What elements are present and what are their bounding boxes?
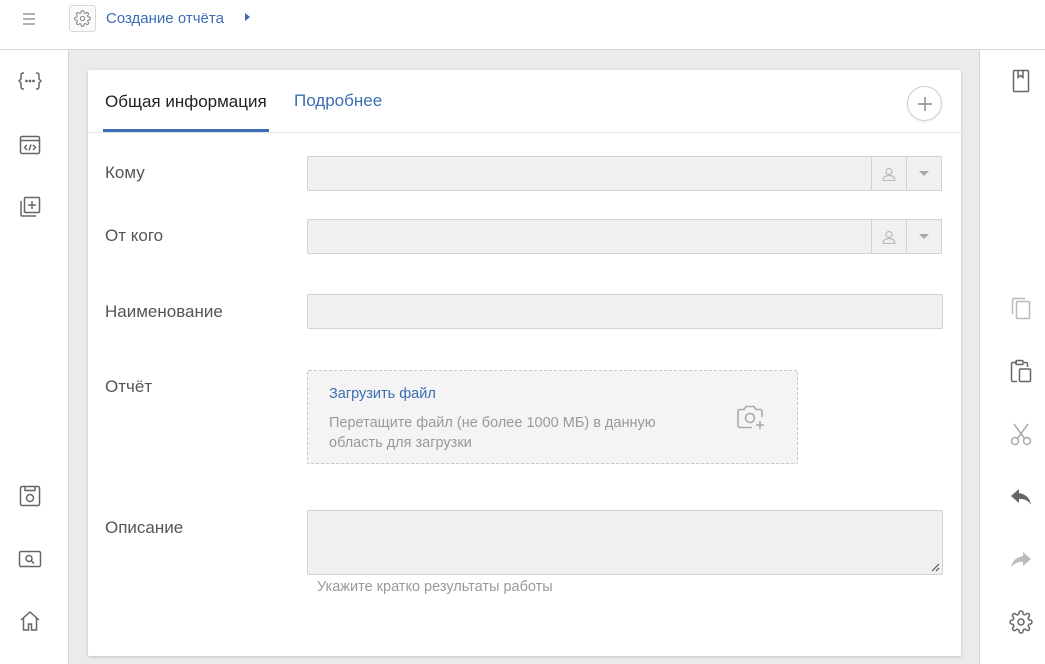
user-icon — [882, 230, 896, 244]
right-toolbar — [979, 50, 1045, 664]
copy-icon[interactable] — [1006, 293, 1036, 323]
to-user-lookup-button[interactable] — [871, 156, 907, 191]
resize-grip-icon[interactable] — [930, 562, 940, 572]
braces-icon[interactable] — [15, 66, 45, 96]
from-label: От кого — [105, 226, 164, 245]
save-icon[interactable] — [15, 481, 45, 511]
report-label: Отчёт — [105, 377, 153, 396]
page-title[interactable]: Создание отчёта — [106, 10, 224, 27]
upload-hint: Перетащите файл (не более 1000 МБ) в дан… — [329, 415, 656, 451]
tab-bar: Общая информация Подробнее — [88, 70, 961, 133]
tab-details[interactable]: Подробнее — [294, 91, 382, 111]
name-label: Наименование — [105, 302, 223, 321]
code-window-icon[interactable] — [15, 130, 45, 160]
paste-icon[interactable] — [1006, 356, 1036, 386]
cut-icon[interactable] — [1006, 419, 1036, 449]
file-dropzone[interactable]: Загрузить файл Перетащите файл (не более… — [307, 370, 798, 464]
chevron-down-icon — [919, 234, 929, 239]
hamburger-menu-icon[interactable] — [18, 8, 40, 30]
form-card: Общая информация Подробнее Кому От кого … — [88, 70, 961, 656]
user-icon — [882, 167, 896, 181]
plus-icon — [917, 96, 932, 111]
to-input[interactable] — [307, 156, 872, 191]
to-dropdown-button[interactable] — [906, 156, 942, 191]
from-dropdown-button[interactable] — [906, 219, 942, 254]
settings-icon[interactable] — [69, 5, 96, 32]
left-toolbar — [0, 50, 69, 664]
redo-icon[interactable] — [1006, 545, 1036, 575]
active-tab-indicator — [103, 129, 269, 132]
name-input[interactable] — [307, 294, 943, 329]
undo-icon[interactable] — [1006, 482, 1036, 512]
camera-plus-icon[interactable] — [735, 401, 767, 433]
search-window-icon[interactable] — [15, 544, 45, 574]
upload-file-link[interactable]: Загрузить файл — [329, 386, 436, 402]
description-textarea[interactable] — [307, 510, 943, 575]
from-input[interactable] — [307, 219, 872, 254]
home-icon[interactable] — [15, 606, 45, 636]
chevron-down-icon — [919, 171, 929, 176]
description-hint: Укажите кратко результаты работы — [317, 579, 553, 595]
to-label: Кому — [105, 163, 145, 182]
top-bar: Создание отчёта — [0, 0, 1045, 50]
bookmark-icon[interactable] — [1006, 66, 1036, 96]
settings-icon[interactable] — [1006, 607, 1036, 637]
from-user-lookup-button[interactable] — [871, 219, 907, 254]
add-button[interactable] — [907, 86, 942, 121]
description-label: Описание — [105, 518, 184, 537]
add-copy-icon[interactable] — [15, 192, 45, 222]
breadcrumb-caret-icon[interactable] — [245, 13, 250, 21]
tab-general-info[interactable]: Общая информация — [105, 92, 267, 112]
